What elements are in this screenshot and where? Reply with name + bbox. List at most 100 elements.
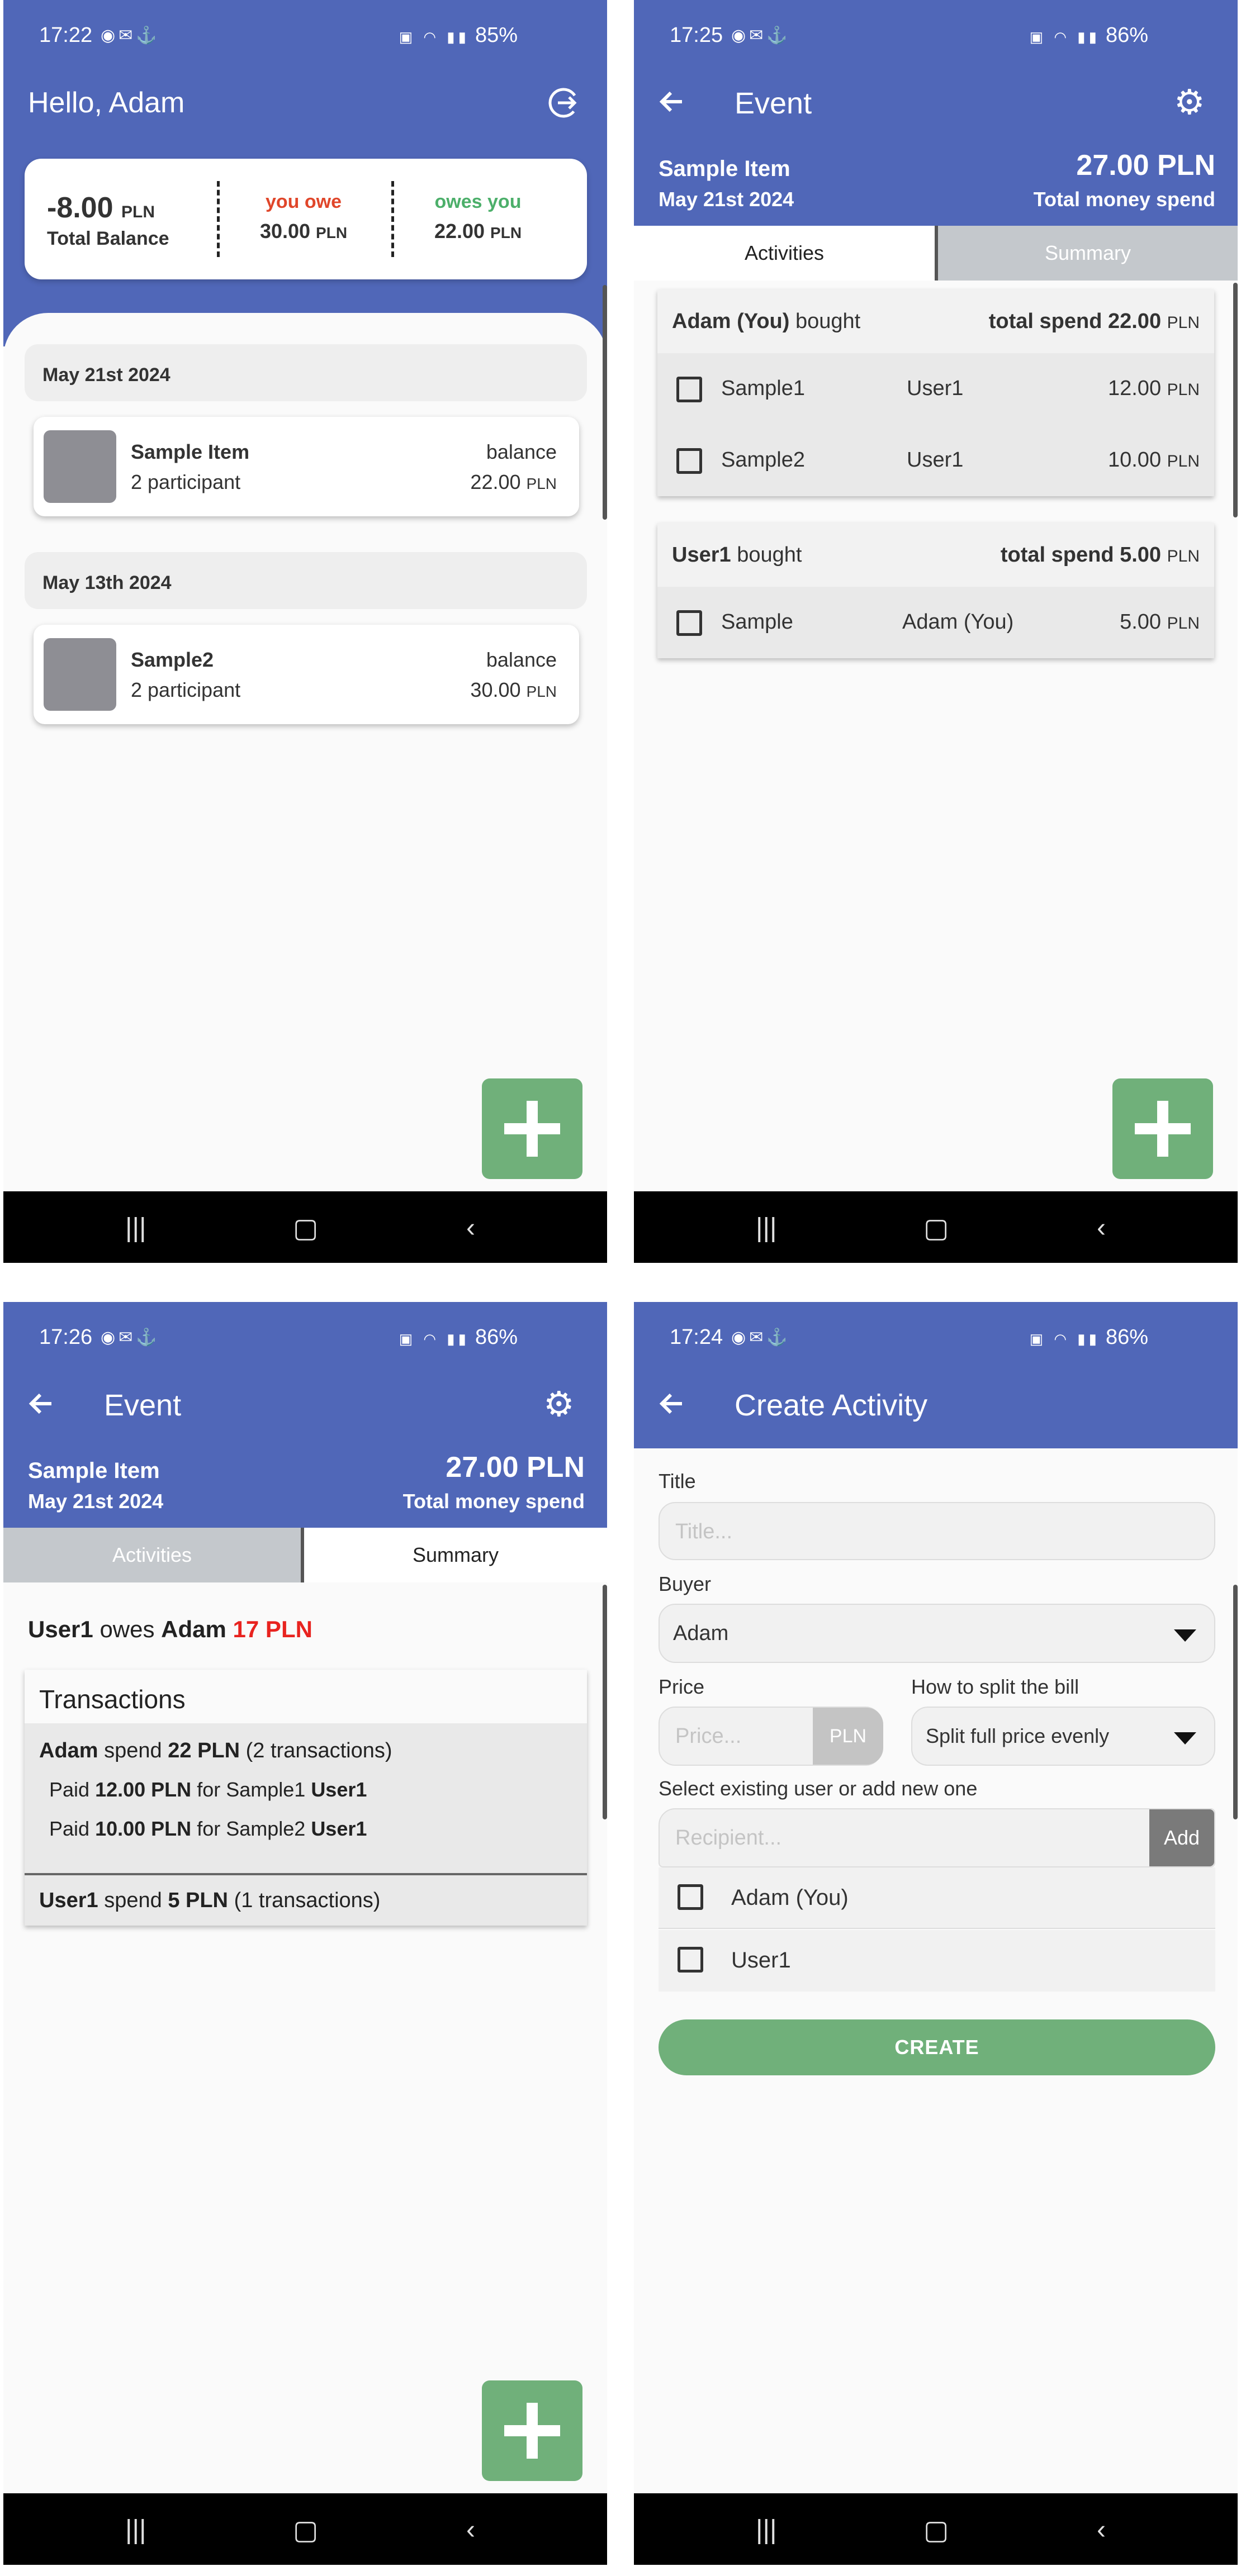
event-total-label: Total money spend [1033, 188, 1215, 211]
user-option[interactable]: User1 [659, 1930, 1215, 1992]
event-card[interactable]: Sample2 2 participant balance 30.00 PLN [34, 625, 579, 724]
event-name: Sample Item [659, 156, 790, 181]
add-recipient-button[interactable]: Add [1149, 1809, 1214, 1866]
recent-apps-icon[interactable]: ||| [756, 1213, 776, 1243]
event-thumbnail [44, 638, 116, 711]
battery-level: 86% [475, 1325, 518, 1349]
total-balance-amount: -8.00 PLN [47, 192, 155, 224]
event-thumbnail [44, 430, 116, 503]
date-header: May 21st 2024 [25, 344, 587, 401]
status-bar: 17:24 ◉✉⚓ ▣ ◠ ▮▮ 86% [634, 1302, 1238, 1373]
tab-bar: Activities Summary [3, 1528, 607, 1582]
tab-summary[interactable]: Summary [935, 226, 1238, 281]
home-nav-icon[interactable]: ▢ [923, 1213, 949, 1244]
recent-apps-icon[interactable]: ||| [125, 1213, 146, 1243]
item-price: 5.00 PLN [1120, 610, 1200, 634]
event-participants: 2 participant [131, 470, 241, 493]
back-arrow-icon[interactable] [656, 86, 688, 120]
gear-icon[interactable]: ⚙ [543, 1384, 575, 1424]
scrollbar[interactable] [603, 1585, 607, 1819]
transactions-panel: Transactions Adam spend 22 PLN (2 transa… [25, 1670, 587, 1926]
event-participants: 2 participant [131, 678, 241, 701]
home-nav-icon[interactable]: ▢ [923, 2515, 949, 2546]
buyer-label: User1 bought [672, 543, 802, 567]
recipient-input[interactable]: Recipient... Add [659, 1808, 1215, 1867]
tab-summary[interactable]: Summary [304, 1528, 607, 1582]
back-arrow-icon[interactable] [26, 1388, 57, 1422]
status-bar: 17:22 ◉✉⚓ ▣ ◠ ▮▮ 85% [3, 0, 607, 72]
item-price: 10.00 PLN [1107, 448, 1200, 472]
total-spend: total spend 22.00 PLN [988, 310, 1200, 333]
divider [217, 181, 220, 257]
home-nav-icon[interactable]: ▢ [293, 2515, 318, 2546]
event-name: Sample2 [131, 648, 214, 671]
back-nav-icon[interactable]: ‹ [466, 1213, 475, 1243]
item-checkbox[interactable] [676, 448, 702, 474]
tab-bar: Activities Summary [634, 226, 1238, 281]
signal-icons: ▣ ◠ ▮▮ [1029, 1330, 1100, 1347]
price-label: Price [659, 1675, 705, 1698]
user-checkbox[interactable] [678, 1884, 703, 1910]
system-nav-bar: ||| ▢ ‹ [3, 1191, 607, 1263]
status-time: 17:25 [670, 23, 723, 47]
create-button[interactable]: CREATE [659, 2019, 1215, 2075]
title-input[interactable]: Title... [659, 1502, 1215, 1560]
activity-item: Sample2 User1 10.00 PLN [657, 425, 1214, 496]
buyer-select[interactable]: Adam [659, 1604, 1215, 1663]
owes-you-column: owes you 22.00 PLN [434, 191, 522, 243]
event-date: May 21st 2024 [28, 1490, 164, 1513]
scrollbar[interactable] [603, 285, 607, 520]
signal-icons: ▣ ◠ ▮▮ [1029, 28, 1100, 45]
event-card[interactable]: Sample Item 2 participant balance 22.00 … [34, 417, 579, 516]
scrollbar[interactable] [1233, 283, 1238, 517]
tab-activities[interactable]: Activities [634, 226, 935, 281]
recipient-label: Select existing user or add new one [659, 1777, 978, 1800]
signal-icons: ▣ ◠ ▮▮ [399, 28, 470, 45]
total-spend: total spend 5.00 PLN [1000, 543, 1200, 567]
back-nav-icon[interactable]: ‹ [1097, 2515, 1106, 2545]
user-checkbox[interactable] [678, 1947, 703, 1973]
system-nav-bar: ||| ▢ ‹ [634, 2493, 1238, 2565]
recent-apps-icon[interactable]: ||| [756, 2515, 776, 2545]
item-name: Sample1 [721, 377, 805, 400]
transactions-title: Transactions [25, 1670, 587, 1723]
logout-icon[interactable] [546, 85, 581, 123]
notification-icons: ◉✉⚓ [101, 26, 160, 45]
event-total-label: Total money spend [402, 1490, 585, 1513]
scrollbar[interactable] [1233, 1585, 1238, 1819]
add-activity-button[interactable] [1112, 1078, 1213, 1179]
event-summary-screen: 17:26 ◉✉⚓ ▣ ◠ ▮▮ 86% Event ⚙ Sample Item … [3, 1302, 607, 2565]
back-nav-icon[interactable]: ‹ [1097, 1213, 1106, 1243]
chevron-down-icon [1174, 1629, 1196, 1642]
notification-icons: ◉✉⚓ [731, 26, 791, 45]
screen-title: Create Activity [735, 1389, 928, 1422]
item-checkbox[interactable] [676, 610, 702, 636]
screen-title: Event [104, 1389, 182, 1422]
item-checkbox[interactable] [676, 377, 702, 402]
home-nav-icon[interactable]: ▢ [293, 1213, 318, 1244]
add-activity-button[interactable] [482, 2380, 582, 2481]
user-name: Adam (You) [731, 1885, 849, 1910]
balance-value: 22.00 PLN [470, 470, 557, 493]
gear-icon[interactable]: ⚙ [1174, 82, 1205, 122]
back-arrow-icon[interactable] [656, 1388, 688, 1422]
total-balance-label: Total Balance [47, 228, 169, 249]
user-option[interactable]: Adam (You) [659, 1867, 1215, 1929]
divider [25, 1873, 587, 1875]
item-name: Sample2 [721, 448, 805, 472]
status-time: 17:26 [39, 1325, 93, 1349]
back-nav-icon[interactable]: ‹ [466, 2515, 475, 2545]
add-event-button[interactable] [482, 1078, 582, 1179]
battery-level: 86% [1105, 1325, 1148, 1349]
recent-apps-icon[interactable]: ||| [125, 2515, 146, 2545]
buyer-label: Buyer [659, 1572, 712, 1595]
spender-row: User1 spend 5 PLN (1 transactions) [39, 1889, 381, 1912]
price-input[interactable]: Price... PLN [659, 1707, 883, 1766]
balance-label: balance [486, 440, 557, 463]
split-select[interactable]: Split full price evenly [911, 1707, 1215, 1766]
tab-activities[interactable]: Activities [3, 1528, 304, 1582]
event-total: 27.00 PLN [446, 1451, 585, 1484]
item-name: Sample [721, 610, 793, 634]
home-screen: 17:22 ◉✉⚓ ▣ ◠ ▮▮ 85% Hello, Adam -8.00 PL… [3, 0, 607, 1263]
transaction-line: Paid 12.00 PLN for Sample1 User1 [49, 1778, 367, 1801]
